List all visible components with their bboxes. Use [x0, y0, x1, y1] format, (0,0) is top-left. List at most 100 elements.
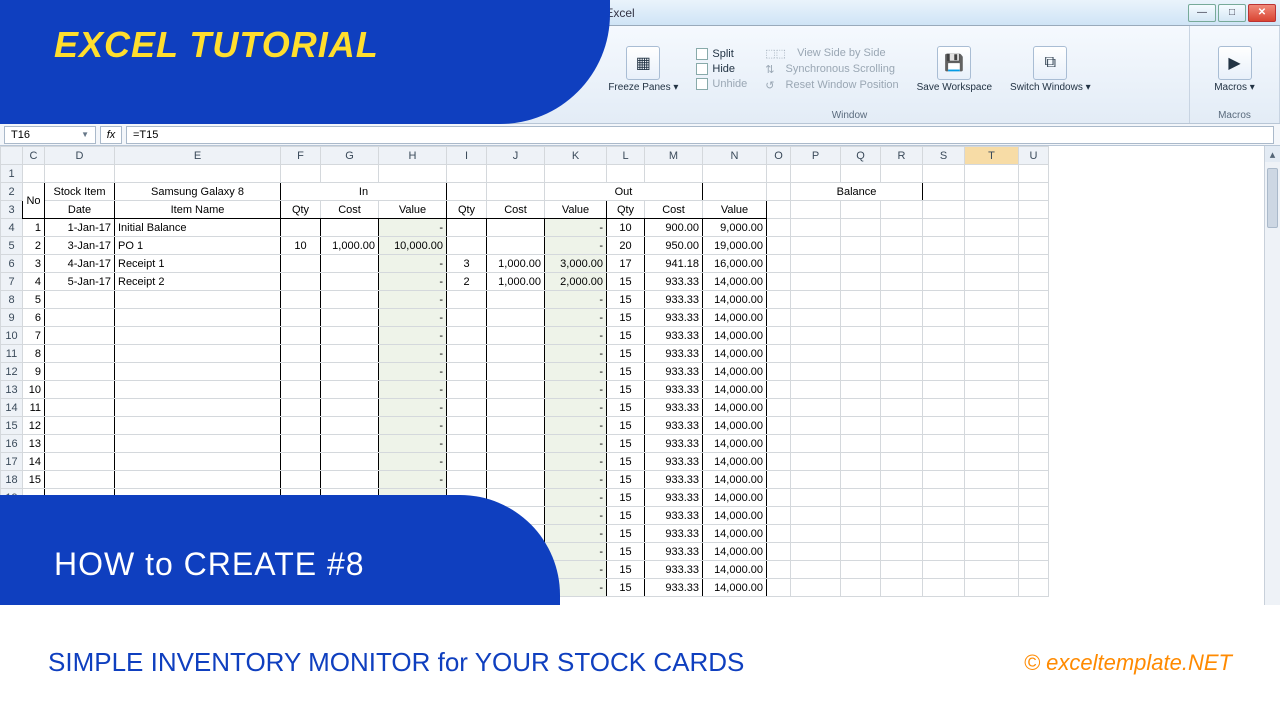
cell[interactable] — [447, 417, 487, 435]
cell[interactable] — [923, 309, 965, 327]
cell[interactable] — [965, 525, 1019, 543]
cell[interactable]: - — [379, 381, 447, 399]
cell[interactable] — [923, 579, 965, 597]
cell[interactable]: 15 — [607, 453, 645, 471]
cell[interactable]: 1-Jan-17 — [45, 219, 115, 237]
column-header[interactable]: P — [791, 147, 841, 165]
cell[interactable]: 15 — [607, 579, 645, 597]
cell[interactable]: - — [545, 381, 607, 399]
cell[interactable]: 10 — [607, 219, 645, 237]
cell[interactable] — [487, 183, 545, 201]
column-header[interactable]: Q — [841, 147, 881, 165]
cell[interactable]: Balance — [791, 183, 923, 201]
cell[interactable] — [281, 489, 321, 507]
column-header[interactable]: K — [545, 147, 607, 165]
cell[interactable]: Receipt 1 — [115, 255, 281, 273]
cell[interactable]: - — [545, 543, 607, 561]
cell[interactable]: 933.33 — [645, 561, 703, 579]
cell[interactable]: - — [379, 435, 447, 453]
cell[interactable]: - — [545, 471, 607, 489]
cell[interactable] — [791, 327, 841, 345]
cell[interactable] — [767, 381, 791, 399]
cell[interactable]: 2,000.00 — [545, 273, 607, 291]
column-header[interactable]: G — [321, 147, 379, 165]
cell[interactable] — [965, 453, 1019, 471]
cell[interactable]: 4-Jan-17 — [45, 255, 115, 273]
column-header[interactable]: T — [965, 147, 1019, 165]
row-header[interactable]: 18 — [1, 471, 23, 489]
cell[interactable] — [115, 543, 281, 561]
cell[interactable] — [1019, 381, 1049, 399]
worksheet[interactable]: CDEFGHIJKLMNOPQRSTU12NoStock ItemSamsung… — [0, 146, 1280, 720]
cell[interactable]: 15 — [607, 561, 645, 579]
cell[interactable] — [45, 165, 115, 183]
cell[interactable] — [965, 201, 1019, 219]
cell[interactable] — [115, 399, 281, 417]
cell[interactable] — [281, 561, 321, 579]
cell[interactable] — [45, 543, 115, 561]
cell[interactable]: 13 — [23, 435, 45, 453]
cell[interactable] — [965, 435, 1019, 453]
cell[interactable] — [767, 219, 791, 237]
cell[interactable] — [791, 399, 841, 417]
cell[interactable]: 933.33 — [645, 363, 703, 381]
cell[interactable] — [791, 219, 841, 237]
cell[interactable]: 14,000.00 — [703, 489, 767, 507]
cell[interactable] — [791, 363, 841, 381]
row-header[interactable]: 15 — [1, 417, 23, 435]
cell[interactable]: 933.33 — [645, 327, 703, 345]
cell[interactable]: 14 — [23, 453, 45, 471]
cell[interactable]: - — [379, 453, 447, 471]
row-header[interactable]: 22 — [1, 543, 23, 561]
cell[interactable] — [965, 309, 1019, 327]
cell[interactable]: 14,000.00 — [703, 363, 767, 381]
column-header[interactable]: E — [115, 147, 281, 165]
cell[interactable] — [23, 525, 45, 543]
cell[interactable]: 933.33 — [645, 471, 703, 489]
cell[interactable]: - — [379, 417, 447, 435]
cell[interactable] — [487, 345, 545, 363]
cell[interactable]: Item Name — [115, 201, 281, 219]
cell[interactable]: Cost — [487, 201, 545, 219]
cell[interactable] — [767, 255, 791, 273]
cell[interactable] — [321, 525, 379, 543]
cell[interactable] — [1019, 291, 1049, 309]
cell[interactable] — [487, 237, 545, 255]
cell[interactable] — [281, 525, 321, 543]
cell[interactable] — [881, 345, 923, 363]
cell[interactable]: Qty — [447, 201, 487, 219]
cell[interactable] — [767, 273, 791, 291]
save-workspace-button[interactable]: 💾 Save Workspace — [917, 46, 992, 93]
row-header[interactable]: 1 — [1, 165, 23, 183]
cell[interactable]: 933.33 — [645, 525, 703, 543]
row-header[interactable]: 11 — [1, 345, 23, 363]
cell[interactable]: - — [379, 489, 447, 507]
cell[interactable] — [791, 489, 841, 507]
cell[interactable] — [923, 237, 965, 255]
cell[interactable] — [881, 471, 923, 489]
cell[interactable] — [791, 345, 841, 363]
maximize-button[interactable]: □ — [1218, 4, 1246, 22]
cell[interactable] — [447, 507, 487, 525]
cell[interactable]: 14,000.00 — [703, 399, 767, 417]
cell[interactable] — [841, 579, 881, 597]
cell[interactable]: 7 — [23, 327, 45, 345]
column-header[interactable]: M — [645, 147, 703, 165]
scroll-down-icon[interactable]: ▾ — [1265, 704, 1280, 720]
cell[interactable]: 14,000.00 — [703, 561, 767, 579]
cell[interactable] — [115, 471, 281, 489]
cell[interactable] — [487, 489, 545, 507]
cell[interactable]: 950.00 — [645, 237, 703, 255]
cell[interactable] — [881, 525, 923, 543]
cell[interactable]: 19,000.00 — [703, 237, 767, 255]
cell[interactable] — [45, 309, 115, 327]
cell[interactable] — [379, 165, 447, 183]
cell[interactable] — [923, 507, 965, 525]
cell[interactable]: 15 — [607, 471, 645, 489]
cell[interactable] — [115, 561, 281, 579]
column-header[interactable]: D — [45, 147, 115, 165]
cell[interactable] — [115, 381, 281, 399]
cell[interactable]: Cost — [645, 201, 703, 219]
column-header[interactable]: R — [881, 147, 923, 165]
cell[interactable]: 3,000.00 — [545, 255, 607, 273]
